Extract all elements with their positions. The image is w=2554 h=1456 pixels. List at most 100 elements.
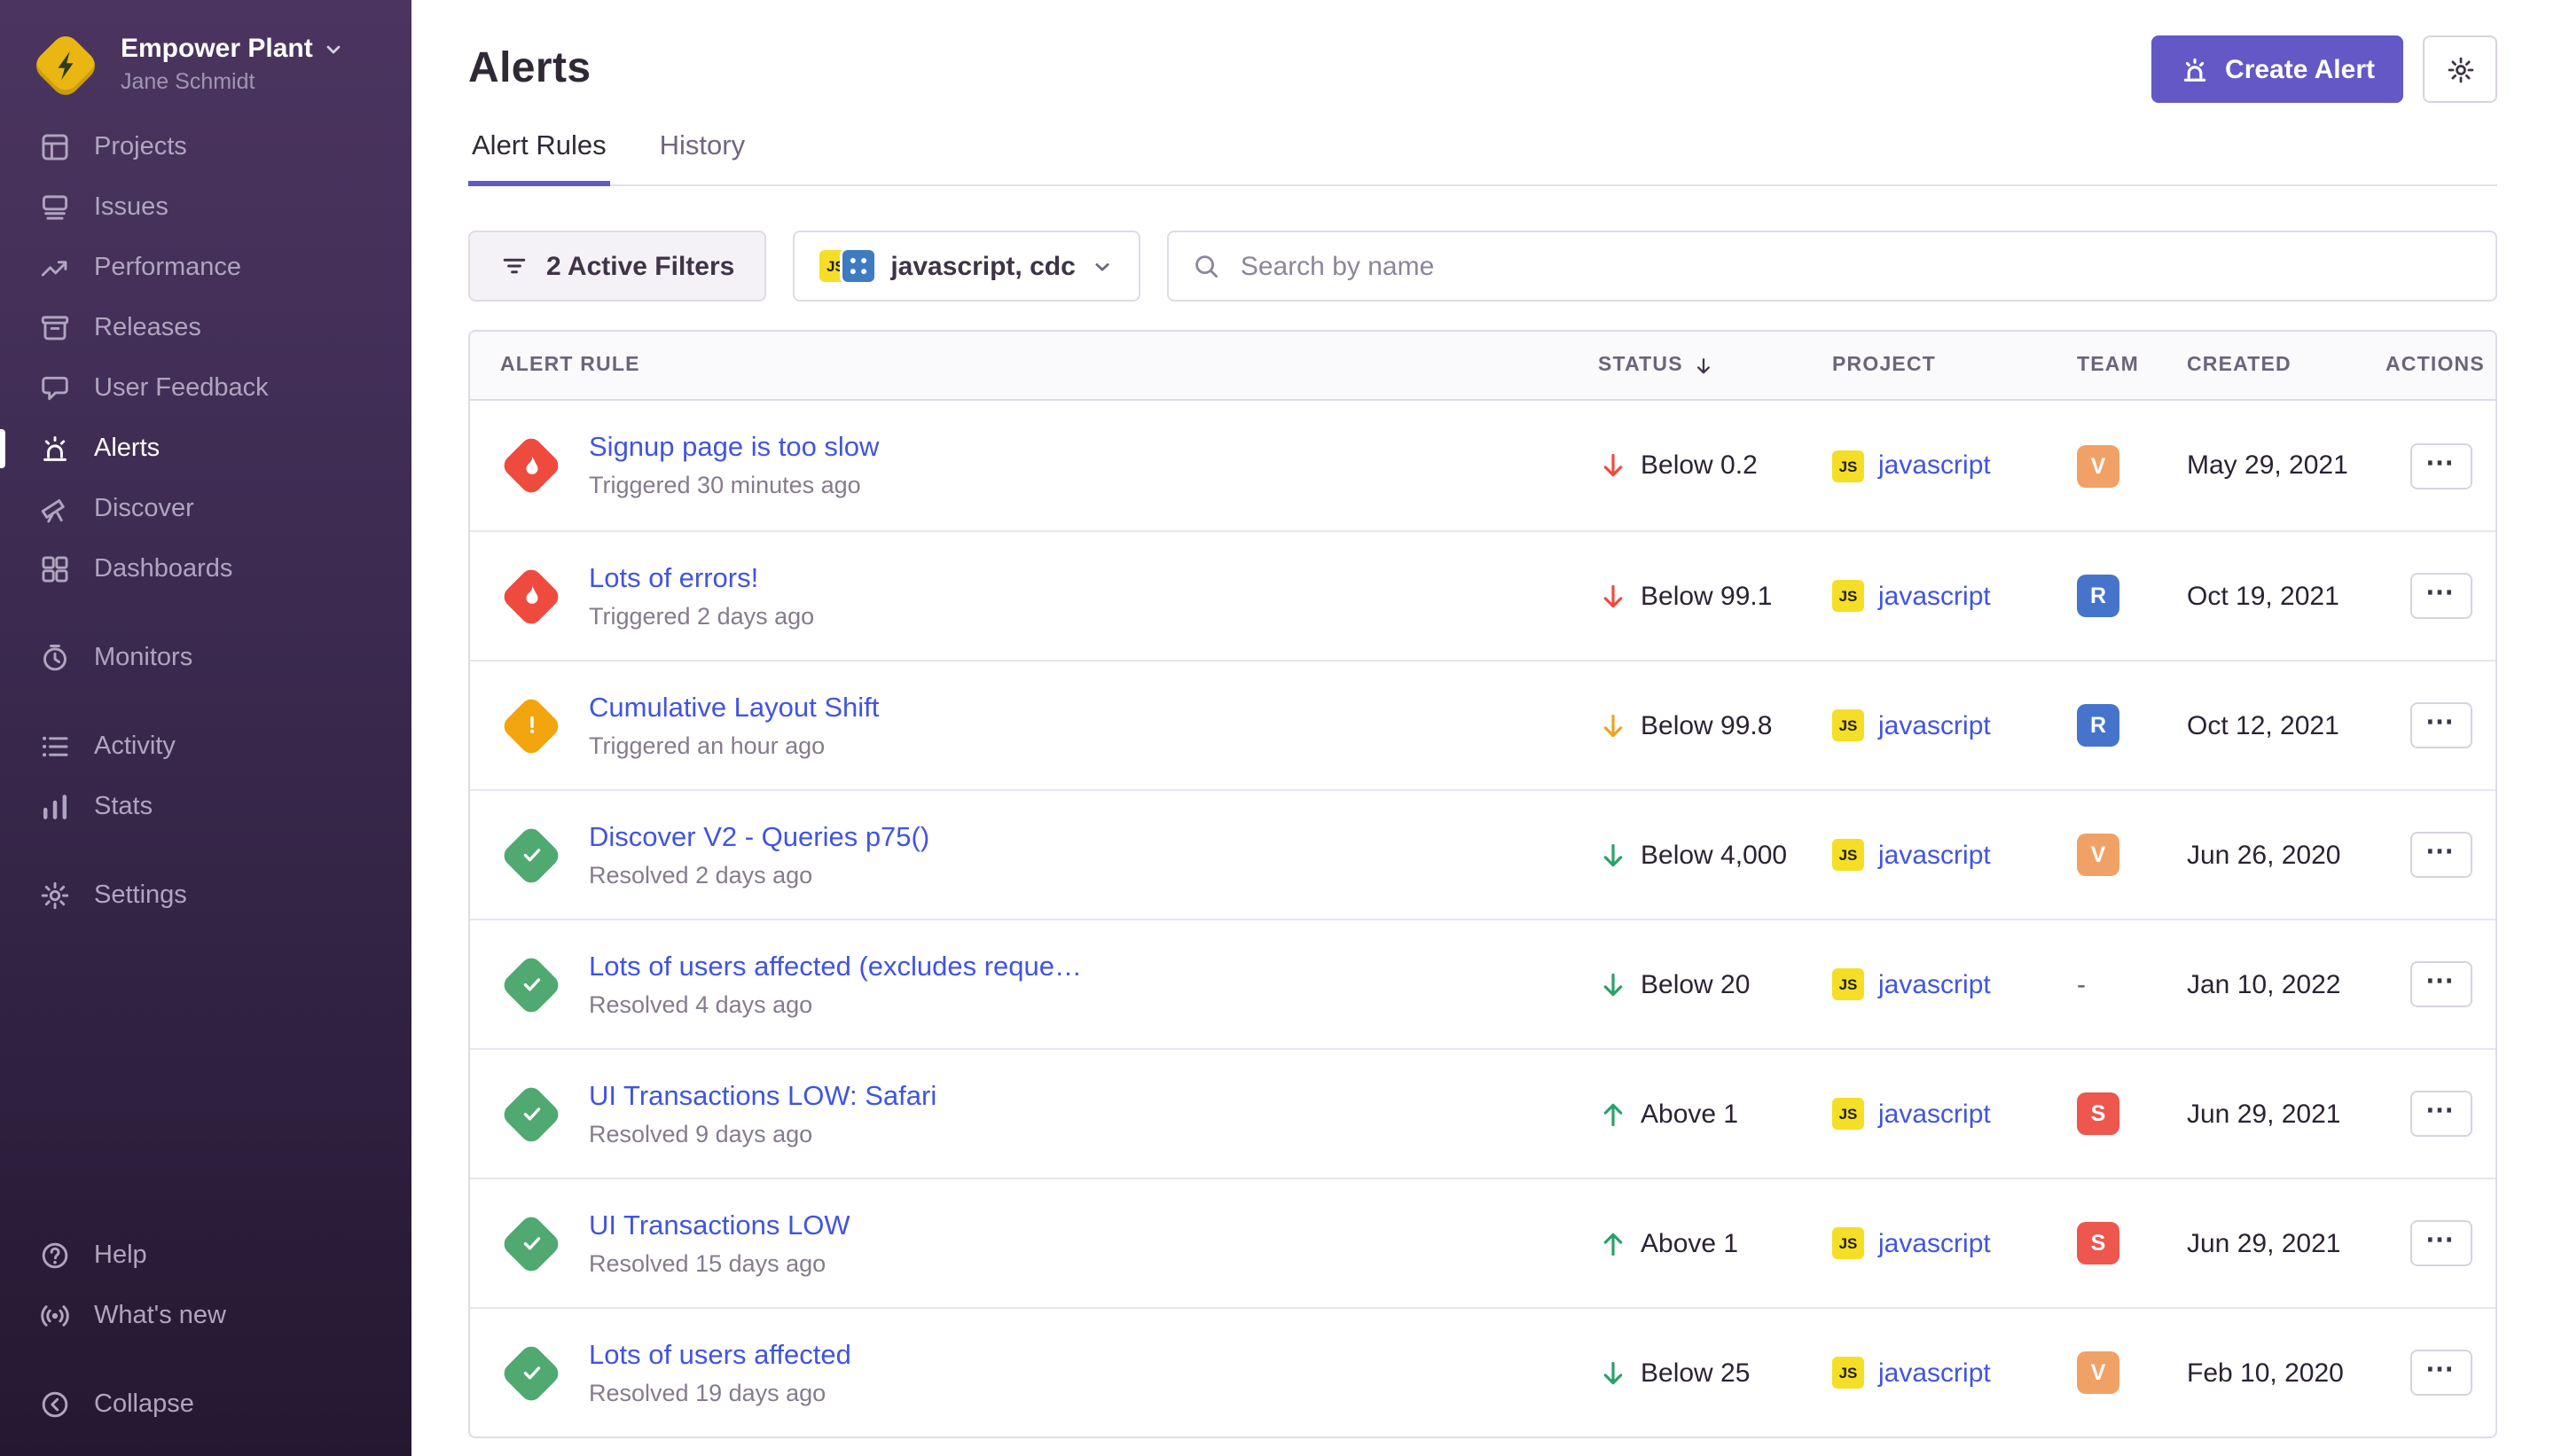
sidebar-item-issues[interactable]: Issues <box>0 177 411 238</box>
project-link[interactable]: javascript <box>1878 581 1991 611</box>
alert-rule-activity: Resolved 15 days ago <box>589 1249 850 1276</box>
project-link[interactable]: javascript <box>1878 710 1991 740</box>
project-link[interactable]: javascript <box>1878 1099 1991 1129</box>
project-link[interactable]: javascript <box>1878 450 1991 481</box>
javascript-platform-icon: JS <box>1832 839 1864 871</box>
row-actions-button[interactable]: ⋯ <box>2409 442 2472 489</box>
sidebar-item-performance[interactable]: Performance <box>0 238 411 298</box>
alert-rule-cell: Lots of users affected Resolved 19 days … <box>470 1340 1577 1405</box>
project-selector[interactable]: JS javascript, cdc <box>793 231 1140 301</box>
sidebar-item-activity[interactable]: Activity <box>0 716 411 777</box>
ellipsis-icon: ⋯ <box>2425 1098 2456 1126</box>
team-cell: V <box>2056 1351 2166 1394</box>
alert-rule-link[interactable]: Discover V2 - Queries p75() <box>589 822 929 854</box>
status-value: Below 99.1 <box>1641 581 1772 611</box>
row-actions-button[interactable]: ⋯ <box>2409 702 2472 748</box>
sidebar-item-help[interactable]: Help <box>0 1225 411 1286</box>
alert-rule-activity: Resolved 19 days ago <box>589 1379 851 1405</box>
team-badge: S <box>2077 1222 2119 1264</box>
alert-rule-link[interactable]: Lots of users affected <box>589 1340 851 1372</box>
alert-rule-link[interactable]: Cumulative Layout Shift <box>589 693 879 724</box>
trend-arrow-icon <box>1598 1358 1628 1388</box>
javascript-platform-icon: JS <box>1832 450 1864 481</box>
tab-alert-rules[interactable]: Alert Rules <box>468 131 610 186</box>
row-actions-button[interactable]: ⋯ <box>2409 832 2472 878</box>
project-link[interactable]: javascript <box>1878 1358 1991 1388</box>
alert-rule-link[interactable]: Signup page is too slow <box>589 433 879 465</box>
tab-history[interactable]: History <box>656 131 748 186</box>
alert-rule-link[interactable]: Lots of errors! <box>589 563 814 595</box>
sidebar-item-alerts[interactable]: Alerts <box>0 419 411 479</box>
row-actions-button[interactable]: ⋯ <box>2409 961 2472 1007</box>
sidebar-item-discover[interactable]: Discover <box>0 479 411 539</box>
actions-cell: ⋯ <box>2371 961 2495 1007</box>
issues-icon <box>39 192 71 223</box>
team-cell: R <box>2056 704 2166 747</box>
sidebar-item-collapse[interactable]: Collapse <box>0 1374 411 1435</box>
ellipsis-icon: ⋯ <box>2425 839 2456 867</box>
alert-rule-cell: Lots of errors! Triggered 2 days ago <box>470 563 1577 629</box>
row-actions-button[interactable]: ⋯ <box>2409 1220 2472 1266</box>
created-date: Oct 12, 2021 <box>2166 710 2371 740</box>
column-header-status[interactable]: STATUS <box>1577 354 1811 377</box>
status-value: Below 99.8 <box>1641 710 1772 740</box>
status-value: Below 20 <box>1641 969 1750 999</box>
team-cell: R <box>2056 575 2166 617</box>
alert-rule-cell: Signup page is too slow Triggered 30 min… <box>470 433 1577 498</box>
ellipsis-icon: ⋯ <box>2425 580 2456 608</box>
row-actions-button[interactable]: ⋯ <box>2409 1350 2472 1396</box>
alert-rule-link[interactable]: Lots of users affected (excludes reque… <box>589 951 1082 983</box>
status-cell: Below 99.8 <box>1577 710 1811 740</box>
activity-icon <box>39 731 71 763</box>
sidebar-item-stats[interactable]: Stats <box>0 777 411 837</box>
project-link[interactable]: javascript <box>1878 1228 1991 1258</box>
main-content: Alerts Create Alert Alert Rules History … <box>411 0 2554 1456</box>
org-switcher[interactable]: Empower Plant Jane Schmidt <box>0 28 411 99</box>
sidebar-item-monitors[interactable]: Monitors <box>0 628 411 688</box>
sidebar-item-user-feedback[interactable]: User Feedback <box>0 358 411 419</box>
sidebar-item-settings[interactable]: Settings <box>0 865 411 926</box>
sort-arrow-down-icon <box>1692 354 1715 377</box>
trend-arrow-icon <box>1598 969 1628 999</box>
status-value: Below 4,000 <box>1641 840 1787 870</box>
actions-cell: ⋯ <box>2371 1091 2495 1137</box>
project-link[interactable]: javascript <box>1878 969 1991 999</box>
tab-bar: Alert Rules History <box>468 131 2497 186</box>
alert-status-diamond-icon <box>498 693 564 758</box>
alert-rule-activity: Triggered 2 days ago <box>589 602 814 629</box>
row-actions-button[interactable]: ⋯ <box>2409 1091 2472 1137</box>
sidebar-item-dashboards[interactable]: Dashboards <box>0 539 411 599</box>
alerts-icon <box>39 433 71 465</box>
sidebar-item-what-s-new[interactable]: What's new <box>0 1286 411 1346</box>
trend-arrow-icon <box>1598 840 1628 870</box>
sidebar-item-projects[interactable]: Projects <box>0 117 411 177</box>
created-date: Jun 29, 2021 <box>2166 1099 2371 1129</box>
alert-rule-activity: Resolved 9 days ago <box>589 1120 936 1147</box>
column-header-actions: ACTIONS <box>2371 355 2495 376</box>
trend-arrow-icon <box>1598 450 1628 481</box>
row-actions-button[interactable]: ⋯ <box>2409 573 2472 619</box>
status-cell: Below 20 <box>1577 969 1811 999</box>
platform-icons: JS <box>819 250 874 282</box>
ellipsis-icon: ⋯ <box>2425 709 2456 738</box>
alert-rule-link[interactable]: UI Transactions LOW <box>589 1210 850 1242</box>
search-input[interactable] <box>1237 249 2472 283</box>
alert-status-diamond-icon <box>498 1340 564 1405</box>
alert-rule-link[interactable]: UI Transactions LOW: Safari <box>589 1081 936 1113</box>
team-cell: V <box>2056 834 2166 876</box>
create-alert-button[interactable]: Create Alert <box>2151 35 2403 103</box>
alert-status-diamond-icon <box>498 951 564 1017</box>
team-cell: S <box>2056 1222 2166 1264</box>
alert-status-diamond-icon <box>498 433 564 498</box>
project-link[interactable]: javascript <box>1878 840 1991 870</box>
alert-rule-activity: Resolved 4 days ago <box>589 990 1082 1017</box>
settings-button[interactable] <box>2423 35 2497 103</box>
alert-status-diamond-icon <box>498 1081 564 1147</box>
active-filters-button[interactable]: 2 Active Filters <box>468 231 766 301</box>
status-cell: Above 1 <box>1577 1099 1811 1129</box>
project-cell: JS javascript <box>1811 709 2056 741</box>
sidebar-item-releases[interactable]: Releases <box>0 298 411 358</box>
status-cell: Below 25 <box>1577 1358 1811 1388</box>
bolt-icon <box>46 46 85 85</box>
sidebar: Empower Plant Jane Schmidt ProjectsIssue… <box>0 0 411 1456</box>
